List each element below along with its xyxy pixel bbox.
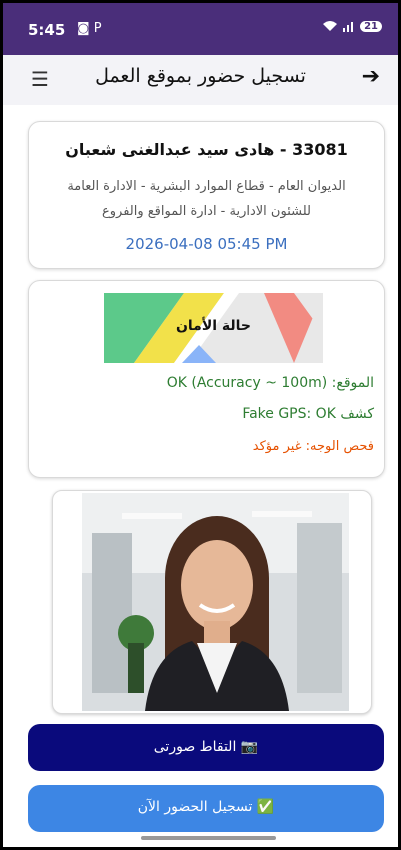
arrow-right-icon[interactable]: ➔ xyxy=(362,64,380,89)
location-value: OK (Accuracy ~ 100m) xyxy=(166,375,328,391)
wifi-icon xyxy=(323,21,338,31)
attendance-datetime: 2026-04-08 05:45 PM xyxy=(125,235,288,253)
fake-gps-status: كشف Fake GPS: OK xyxy=(39,406,374,422)
gps-value: Fake GPS: OK xyxy=(242,406,336,422)
location-label: الموقع: xyxy=(331,375,374,391)
map-safety-label: حالة الأمان xyxy=(175,318,252,334)
employee-card: 33081 - هادى سيد عبدالغنى شعبان الديوان … xyxy=(28,121,385,269)
safety-card: حالة الأمان الموقع: OK (Accuracy ~ 100m)… xyxy=(28,280,385,478)
status-bar: 5:45 ◙ P 21 xyxy=(3,3,398,55)
department-line-1: الديوان العام - قطاع الموارد البشرية - ا… xyxy=(67,179,346,194)
register-attendance-button[interactable]: ✅ تسجيل الحضور الآن xyxy=(28,785,384,832)
selfie-card xyxy=(52,490,372,714)
phone-screen: 5:45 ◙ P 21 ☰ تسجيل حضور بموقع العمل ➔ 3… xyxy=(3,3,398,847)
employee-department: الديوان العام - قطاع الموارد البشرية - ا… xyxy=(43,174,370,224)
department-line-2: للشئون الادارية - ادارة المواقع والفروع xyxy=(102,204,311,219)
location-status: الموقع: OK (Accuracy ~ 100m) xyxy=(39,375,374,391)
page-title: تسجيل حضور بموقع العمل xyxy=(95,65,306,87)
capture-photo-button[interactable]: 📷 التقاط صورتى xyxy=(28,724,384,771)
notification-icons: ◙ P xyxy=(77,21,102,36)
app-bar: ☰ تسجيل حضور بموقع العمل ➔ xyxy=(3,55,398,105)
status-time: 5:45 xyxy=(28,21,66,39)
selfie-photo xyxy=(82,493,349,711)
employee-name: 33081 - هادى سيد عبدالغنى شعبان xyxy=(65,140,348,159)
face-check-status: فحص الوجه: غير مؤكد xyxy=(252,439,374,454)
gps-label: كشف xyxy=(340,406,374,422)
home-indicator[interactable] xyxy=(141,836,276,840)
map-preview: حالة الأمان xyxy=(104,293,323,363)
status-right: 21 xyxy=(322,20,382,32)
signal-icon xyxy=(343,22,354,32)
battery-icon: 21 xyxy=(360,20,382,32)
